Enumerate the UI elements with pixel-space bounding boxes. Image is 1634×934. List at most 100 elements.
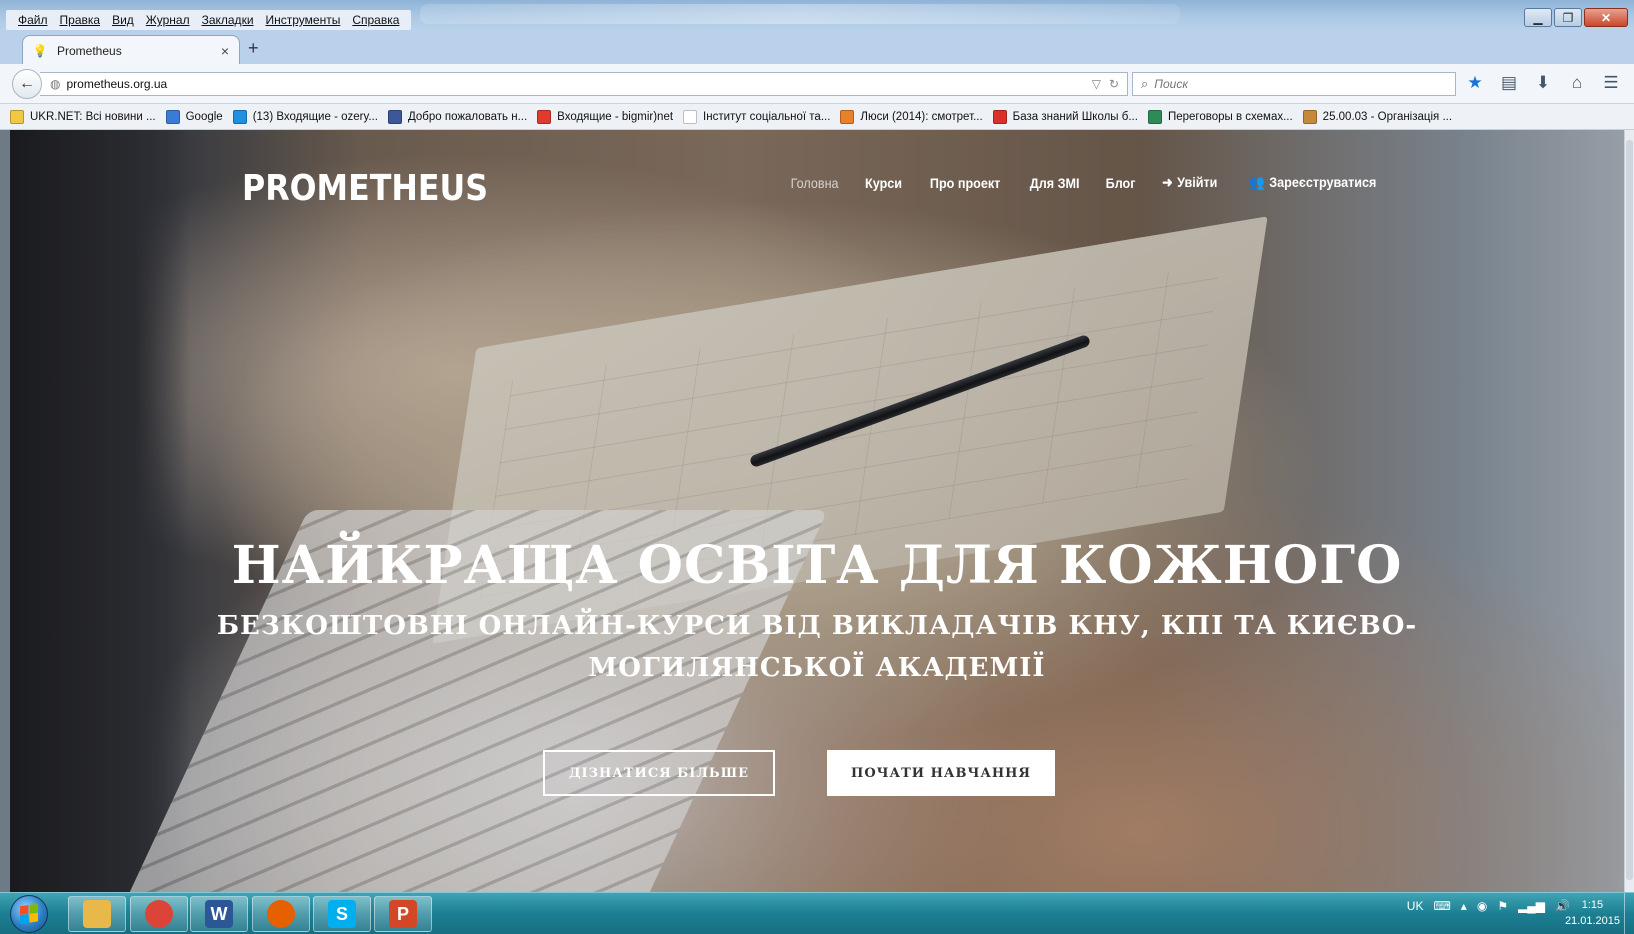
show-desktop-button[interactable] [1624,893,1634,934]
site-nav: Головна Курси Про проект Для ЗМІ Блог ➜ У… [788,174,1384,191]
bookmark-favicon-icon [1302,109,1317,124]
nav-blog[interactable]: Блог [1105,175,1135,191]
bookmark-label: UKR.NET: Всі новини ... [30,110,156,123]
system-tray: UK ⌨ ▴ ◉ ⚑ ▂▄▆ 🔊 [1407,899,1570,913]
skype-icon: S [328,900,356,928]
bookmark-item[interactable]: Переговоры в схемах... [1147,109,1293,124]
language-indicator[interactable]: UK [1407,899,1424,913]
powerpoint-icon: P [389,900,417,928]
bookmark-item[interactable]: Люси (2014): смотрет... [840,109,983,124]
nav-courses[interactable]: Курси [865,175,902,191]
bookmark-favicon-icon [840,109,855,124]
titlebar-blur [420,4,1180,24]
search-input[interactable] [1154,77,1435,91]
search-icon: ⌕ [1141,76,1149,91]
bookmark-item[interactable]: Добро пожаловать н... [387,109,528,124]
bookmark-label: (13) Входящие - ozery... [252,110,378,123]
taskbar-app-chrome[interactable] [130,896,188,932]
bookmark-favicon-icon [387,109,402,124]
address-bar[interactable]: ◍ prometheus.org.ua ▽ ↻ [40,72,1128,96]
bookmarks-list-icon[interactable]: ▤ [1500,73,1518,93]
taskbar-app-explorer[interactable] [68,896,126,932]
close-window-button[interactable]: ✕ [1584,8,1628,27]
menu-hamburger-icon[interactable]: ☰ [1602,73,1620,93]
taskbar-app-firefox[interactable] [252,896,310,932]
nav-login[interactable]: ➜ Увійти [1162,174,1217,191]
tab-prometheus[interactable]: 💡 Prometheus × [22,35,240,65]
bookmark-item[interactable]: 25.00.03 - Організація ... [1302,109,1452,124]
home-icon[interactable]: ⌂ [1568,73,1586,93]
taskbar-app-word[interactable]: W [190,896,248,932]
bookmark-favicon-icon [537,109,552,124]
site-logo[interactable]: PROMETHEUS [242,168,488,209]
menu-bookmarks[interactable]: Закладки [196,13,260,27]
menu-file[interactable]: Файл [12,13,54,27]
bookmark-item[interactable]: Інститут соціальної та... [683,109,830,124]
bookmark-item[interactable]: Входящие - bigmir)net [537,109,674,124]
keyboard-icon[interactable]: ⌨ [1433,899,1450,913]
tab-strip: 💡 Prometheus × [0,30,1634,65]
hero-title: НАЙКРАЩА ОСВІТА ДЛЯ КОЖНОГО [231,535,1403,596]
new-tab-button[interactable]: + [248,38,259,59]
menu-history[interactable]: Журнал [140,13,196,27]
nav-home-label: Головна [790,174,839,191]
menu-edit[interactable]: Правка [54,13,107,27]
bookmark-label: Google [185,110,223,123]
search-box[interactable]: ⌕ [1132,72,1456,96]
page-scrollbar[interactable] [1624,130,1634,892]
bookmark-label: Входящие - bigmir)net [557,110,674,123]
bookmark-favicon-icon [683,109,698,124]
tray-expand-icon[interactable]: ▴ [1461,899,1467,913]
dropdown-history-icon[interactable]: ▽ [1092,77,1101,91]
nav-home[interactable]: Головна [791,175,839,191]
bookmark-item[interactable]: (13) Входящие - ozery... [232,109,378,124]
network-icon[interactable]: ▂▄▆ [1518,899,1545,913]
maximize-button[interactable]: ❐ [1554,8,1582,27]
bookmark-favicon-icon [992,109,1007,124]
flag-tray-icon[interactable]: ⚑ [1497,899,1508,913]
scrollbar-thumb[interactable] [1626,140,1633,880]
bookmark-label: База знаний Школы б... [1012,110,1138,123]
back-button[interactable]: ← [12,69,42,99]
nav-press[interactable]: Для ЗМІ [1029,175,1079,191]
menu-view[interactable]: Вид [106,13,140,27]
bookmark-favicon-icon [232,109,247,124]
taskbar-app-powerpoint[interactable]: P [374,896,432,932]
menu-tools[interactable]: Инструменты [260,13,347,27]
app-tray-icon[interactable]: ◉ [1477,899,1487,913]
nav-register[interactable]: 👥 Зареєструватися [1250,174,1377,191]
bookmark-item[interactable]: База знаний Школы б... [992,109,1138,124]
minimize-button[interactable]: ▁ [1524,8,1552,27]
arrow-left-icon: ← [19,75,35,92]
clock-time: 1:15 [1581,899,1604,911]
window-titlebar: Файл Правка Вид Журнал Закладки Инструме… [0,0,1634,30]
nav-login-label: Увійти [1177,174,1218,190]
bookmark-item[interactable]: Google [165,109,223,124]
word-icon: W [205,900,233,928]
nav-courses-label: Курси [865,174,903,191]
bookmarks-bar: UKR.NET: Всі новини ... Google (13) Входящ… [0,104,1634,130]
windows-logo-icon [20,903,38,925]
menu-help[interactable]: Справка [346,13,405,27]
start-button[interactable] [10,895,48,933]
window-controls: ▁ ❐ ✕ [1524,8,1628,27]
tab-close-icon[interactable]: × [221,43,229,59]
navigation-bar: ◍ prometheus.org.ua ▽ ↻ ← ⌕ ★ ▤ ⬇ ⌂ ☰ [0,64,1634,104]
download-icon[interactable]: ⬇ [1534,73,1552,93]
restore-icon: ❐ [1562,10,1574,25]
clock[interactable]: 1:15 21.01.2015 [1565,897,1620,929]
bookmark-item[interactable]: UKR.NET: Всі новини ... [10,109,156,124]
bookmark-star-icon[interactable]: ★ [1466,73,1484,93]
reload-icon[interactable]: ↻ [1109,77,1119,91]
tab-title: Prometheus [57,43,122,58]
toolbar-icons: ★ ▤ ⬇ ⌂ ☰ [1466,73,1620,93]
nav-press-label: Для ЗМІ [1029,174,1080,191]
bookmark-label: Переговоры в схемах... [1167,110,1293,123]
bookmark-label: Добро пожаловать н... [407,110,528,123]
taskbar-app-skype[interactable]: S [313,896,371,932]
photo-overlay [10,130,1624,892]
start-learning-button[interactable]: ПОЧАТИ НАВЧАННЯ [827,750,1055,796]
learn-more-button[interactable]: ДІЗНАТИСЯ БІЛЬШЕ [543,750,775,796]
url-text[interactable]: prometheus.org.ua [66,77,1091,91]
nav-about[interactable]: Про проект [930,175,1000,191]
